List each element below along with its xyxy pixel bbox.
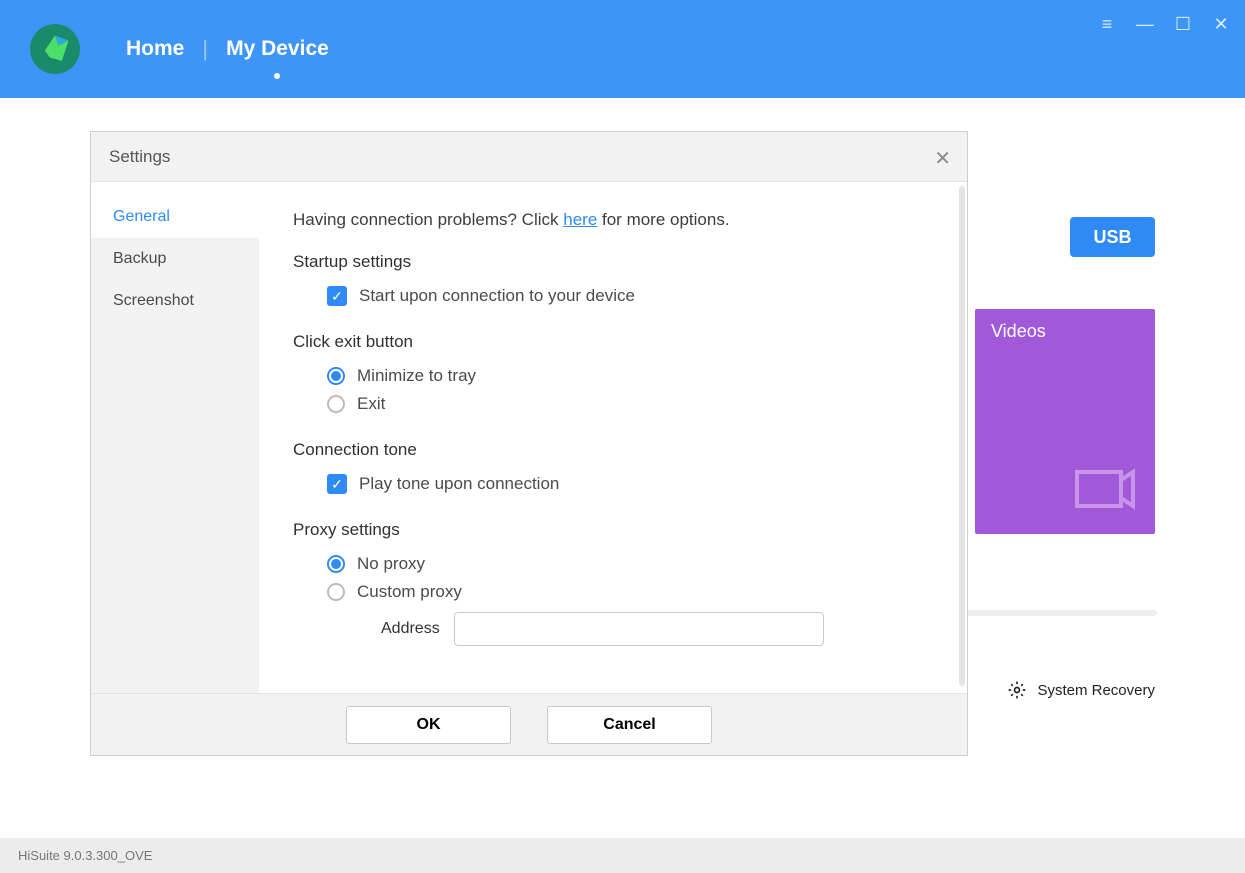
dialog-footer: OK Cancel [91,693,967,755]
checkbox-play-tone[interactable]: ✓ [327,474,347,494]
checkbox-start-on-connect[interactable]: ✓ [327,286,347,306]
section-proxy: Proxy settings [293,520,933,540]
radio-exit[interactable] [327,395,345,413]
film-icon [1075,464,1135,514]
connection-help-text: Having connection problems? Click here f… [293,210,933,230]
section-tone: Connection tone [293,440,933,460]
system-recovery-link[interactable]: System Recovery [1007,680,1155,700]
label-exit: Exit [357,394,385,414]
sidebar-item-screenshot[interactable]: Screenshot [91,280,259,322]
status-bar: HiSuite 9.0.3.300_OVE [0,838,1245,873]
label-no-proxy: No proxy [357,554,425,574]
close-icon[interactable]: ✕ [1211,14,1231,34]
section-exit: Click exit button [293,332,933,352]
settings-dialog: Settings ✕ General Backup Screenshot Hav… [90,131,968,756]
dialog-close-icon[interactable]: ✕ [934,146,951,171]
label-play-tone: Play tone upon connection [359,474,559,494]
label-minimize-tray: Minimize to tray [357,366,476,386]
label-custom-proxy: Custom proxy [357,582,462,602]
usb-button[interactable]: USB [1070,217,1155,257]
label-start-on-connect: Start upon connection to your device [359,286,635,306]
nav-my-device[interactable]: My Device [208,37,347,61]
app-header: Home | My Device ≡ ― ☐ ✕ [0,0,1245,98]
app-logo [30,24,80,74]
dialog-title-text: Settings [109,147,170,167]
dialog-sidebar: General Backup Screenshot [91,182,259,693]
cancel-button[interactable]: Cancel [547,706,712,744]
help-link[interactable]: here [563,210,597,229]
maximize-icon[interactable]: ☐ [1173,14,1193,34]
dialog-titlebar: Settings ✕ [91,132,967,182]
gear-icon [1007,680,1027,700]
proxy-address-input[interactable] [454,612,824,646]
section-startup: Startup settings [293,252,933,272]
status-version: HiSuite 9.0.3.300_OVE [18,848,152,863]
window-controls: ≡ ― ☐ ✕ [1097,14,1231,34]
sidebar-item-general[interactable]: General [91,196,259,238]
proxy-address-label: Address [381,620,440,638]
videos-label: Videos [991,321,1046,341]
dialog-content: Having connection problems? Click here f… [259,182,967,693]
ok-button[interactable]: OK [346,706,511,744]
nav-home[interactable]: Home [108,37,202,61]
sidebar-item-backup[interactable]: Backup [91,238,259,280]
radio-minimize-tray[interactable] [327,367,345,385]
radio-custom-proxy[interactable] [327,583,345,601]
scrollbar-thumb[interactable] [959,186,965,686]
menu-icon[interactable]: ≡ [1097,14,1117,34]
videos-tile[interactable]: Videos [975,309,1155,534]
radio-no-proxy[interactable] [327,555,345,573]
minimize-icon[interactable]: ― [1135,14,1155,34]
system-recovery-label: System Recovery [1037,682,1155,699]
